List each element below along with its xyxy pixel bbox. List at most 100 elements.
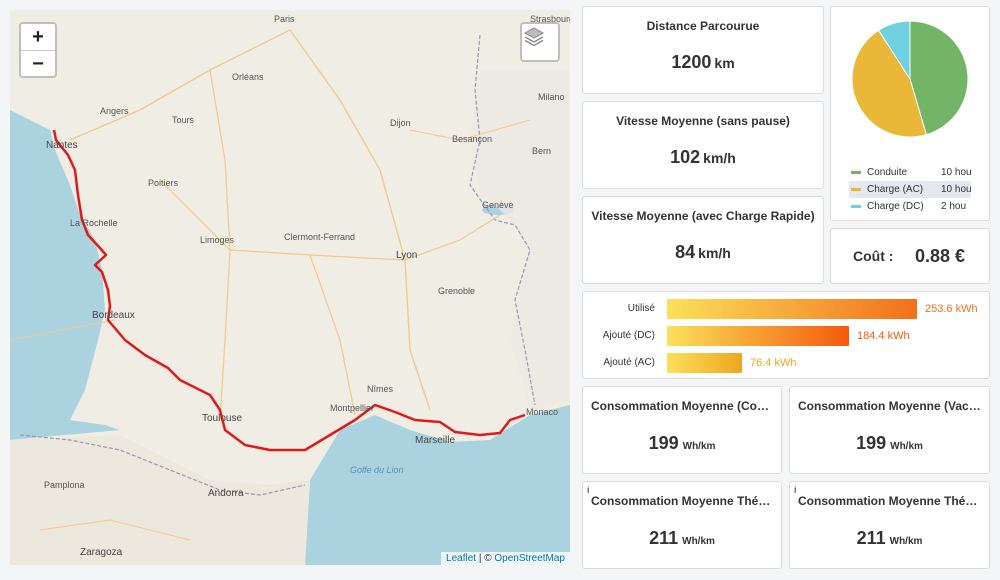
map-label-grenoble: Grenoble — [438, 286, 476, 296]
map-label-nimes: Nîmes — [367, 384, 394, 394]
speed-no-pause-unit: km/h — [703, 150, 736, 166]
layers-icon — [523, 27, 545, 47]
distance-panel: Distance Parcourue 1200 km — [582, 6, 824, 94]
consumption-driving-value: 199 — [648, 433, 679, 453]
energy-value-dc: 184.4 kWh — [857, 330, 910, 342]
osm-link[interactable]: OpenStreetMap — [494, 553, 565, 564]
consumption-theoretical-unit-1: Wh/km — [682, 536, 715, 547]
map-label-nantes: Nantes — [46, 140, 78, 151]
map-label-limoges: Limoges — [200, 235, 235, 245]
energy-row-ac: Ajouté (AC) 76.4 kWh — [583, 353, 989, 373]
distance-value: 1200 — [671, 52, 712, 72]
consumption-theoretical-title-1: Consommation Moyenne Théorique — [591, 494, 781, 508]
consumption-theoretical-unit-2: Wh/km — [889, 536, 923, 547]
consumption-holiday-unit: Wh/km — [890, 441, 923, 452]
consumption-theoretical-value-1: 211 — [649, 528, 679, 548]
energy-value-used: 253.6 kWh — [925, 303, 978, 315]
map-label-gulf: Golfe du Lion — [350, 465, 404, 475]
speed-no-pause-value-row: 102 km/h — [583, 147, 823, 168]
zoom-out-button[interactable]: − — [21, 50, 55, 76]
energy-bar-dc — [667, 326, 849, 346]
map-label-poitiers: Poitiers — [148, 178, 179, 188]
map-label-lyon: Lyon — [396, 250, 418, 261]
map-label-marseille: Marseille — [415, 435, 456, 446]
distance-unit: km — [714, 55, 735, 71]
speed-with-charge-panel: Vitesse Moyenne (avec Charge Rapide) 84 k… — [582, 196, 824, 284]
legend-value-charge-ac: 10 hou — [941, 184, 972, 195]
consumption-theoretical-title-2: Consommation Moyenne Théorique — [798, 494, 989, 508]
consumption-driving-unit: Wh/km — [682, 441, 716, 452]
distance-title: Distance Parcourue — [646, 19, 760, 33]
zoom-control: + − — [19, 22, 57, 78]
consumption-driving-value-row: 199 Wh/km — [583, 433, 781, 454]
map-label-orleans: Orléans — [232, 72, 264, 82]
consumption-holiday-value: 199 — [856, 433, 887, 453]
map-label-la-rochelle: La Rochelle — [70, 218, 118, 228]
consumption-theoretical-panel-1: i Consommation Moyenne Théorique 211 Wh/k… — [582, 481, 782, 569]
legend-swatch-conduite — [851, 171, 861, 174]
map-label-clermont: Clermont-Ferrand — [284, 232, 356, 242]
legend-item-conduite[interactable]: Conduite 10 hou — [849, 164, 972, 181]
leaflet-link[interactable]: Leaflet — [446, 553, 476, 564]
cost-label: Coût : — [853, 248, 894, 264]
consumption-theoretical-panel-2: i Consommation Moyenne Théorique 211 Wh/k… — [789, 481, 990, 569]
attribution-separator: | © — [476, 553, 495, 564]
map-label-bordeaux: Bordeaux — [92, 310, 135, 321]
legend-item-charge-ac[interactable]: Charge (AC) 10 hou — [849, 181, 972, 198]
legend-label-charge-ac: Charge (AC) — [867, 184, 924, 195]
map-attribution: Leaflet | © OpenStreetMap — [441, 552, 570, 565]
energy-row-dc: Ajouté (DC) 184.4 kWh — [583, 326, 989, 346]
map-label-tours: Tours — [172, 115, 195, 125]
consumption-holiday-value-row: 199 Wh/km — [790, 433, 989, 454]
energy-row-used: Utilisé 253.6 kWh — [583, 299, 989, 319]
legend-swatch-charge-dc — [851, 205, 861, 208]
energy-label-used: Utilisé — [627, 303, 655, 314]
consumption-driving-panel: Consommation Moyenne (Conduite) 199 Wh/km — [582, 386, 782, 474]
route-map[interactable]: Nantes La Rochelle Bordeaux Toulouse Mon… — [10, 10, 570, 565]
energy-label-dc: Ajouté (DC) — [602, 330, 655, 341]
consumption-theoretical-value-row-1: 211 Wh/km — [583, 528, 781, 549]
map-label-paris: Paris — [274, 14, 295, 24]
energy-label-ac: Ajouté (AC) — [603, 357, 655, 368]
map-label-geneve: Genève — [482, 200, 514, 210]
consumption-theoretical-value-row-2: 211 Wh/km — [790, 528, 989, 549]
pie-legend: Conduite 10 hou Charge (AC) 10 hou Charg… — [849, 164, 972, 215]
map-label-dijon: Dijon — [390, 118, 411, 128]
legend-value-charge-dc: 2 hou — [941, 201, 967, 212]
map-label-pamplona: Pamplona — [44, 480, 85, 490]
map-label-monaco: Monaco — [526, 407, 559, 417]
map-label-zaragoza: Zaragoza — [80, 547, 123, 558]
speed-no-pause-title: Vitesse Moyenne (sans pause) — [616, 114, 790, 128]
energy-panel: Utilisé 253.6 kWh Ajouté (DC) 184.4 kWh … — [582, 291, 990, 379]
time-pie-chart — [851, 20, 969, 138]
legend-label-conduite: Conduite — [867, 167, 908, 178]
speed-with-charge-value: 84 — [675, 242, 696, 262]
zoom-in-button[interactable]: + — [21, 24, 55, 50]
map-label-montpellier: Montpellier — [330, 403, 375, 413]
map-background — [10, 29, 570, 565]
map-label-toulouse: Toulouse — [202, 413, 243, 424]
energy-value-ac: 76.4 kWh — [750, 357, 797, 369]
map-label-angers: Angers — [100, 106, 129, 116]
speed-no-pause-value: 102 — [670, 147, 701, 167]
distance-value-row: 1200 km — [583, 52, 823, 73]
energy-bar-ac — [667, 353, 742, 373]
speed-with-charge-value-row: 84 km/h — [583, 242, 823, 263]
cost-value: 0.88 € — [915, 246, 966, 266]
legend-swatch-charge-ac — [851, 188, 861, 191]
speed-no-pause-panel: Vitesse Moyenne (sans pause) 102 km/h — [582, 101, 824, 189]
layers-button[interactable] — [520, 22, 560, 62]
legend-item-charge-dc[interactable]: Charge (DC) 2 hou — [849, 198, 971, 215]
time-pie-panel: Conduite 10 hou Charge (AC) 10 hou Charg… — [830, 6, 990, 221]
legend-label-charge-dc: Charge (DC) — [867, 201, 924, 212]
cost-panel: Coût : 0.88 € — [830, 228, 990, 284]
consumption-holiday-panel: Consommation Moyenne (Vacances) 199 Wh/km — [789, 386, 990, 474]
map-label-andorra: Andorra — [208, 488, 244, 499]
map-label-milano: Milano — [538, 92, 565, 102]
map-label-bern: Bern — [532, 146, 552, 156]
energy-bar-used — [667, 299, 917, 319]
consumption-driving-title: Consommation Moyenne (Conduite) — [591, 399, 781, 413]
speed-with-charge-unit: km/h — [698, 245, 731, 261]
consumption-holiday-title: Consommation Moyenne (Vacances) — [798, 399, 989, 413]
legend-value-conduite: 10 hou — [941, 167, 972, 178]
